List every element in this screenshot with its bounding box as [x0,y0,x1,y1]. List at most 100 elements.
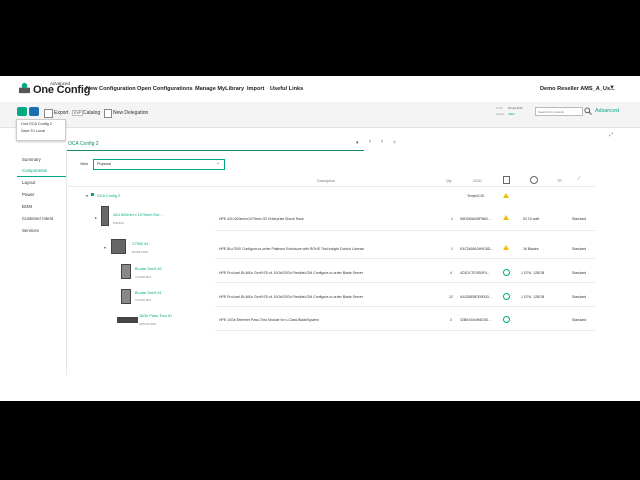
header-divider [68,186,595,187]
row-description: HPE 10Gb Ethernet Pass-Thru Module for c… [219,318,319,322]
top-navigation: Advanced One Config New Configuration Op… [0,76,640,102]
new-delegation-button[interactable]: New Delegation [113,110,148,116]
menu-item-save-local[interactable]: Save To Local [17,127,65,134]
blade-thumbnail [121,289,131,304]
chevron-down-icon: ⌄ [216,160,221,166]
check-circle-icon [503,316,510,323]
row-divider [215,258,595,259]
sidebar-active-indicator [17,176,66,177]
blade-thumbnail [121,264,131,279]
header-description: Description [317,179,335,183]
row-description: HPE ProLiant BL460c Gen9 E5 v4 10Gb/20Gb… [219,295,363,299]
row-qty: 4 [450,271,452,275]
row-name[interactable]: 10Gb Pass-Thru #1 [139,314,172,318]
gos-label: GOS [496,106,503,110]
row-name[interactable]: BLade Gen9 #1 [135,291,162,295]
config-dropdown-caret-icon[interactable]: ▾ [356,140,359,146]
row-sku: 727030-B21 [135,298,152,302]
delegation-icon [104,109,112,118]
sidebar-item-layout[interactable]: Layout [22,180,35,185]
row-power: 1 CPU, 128GB [521,271,545,275]
header-tr: TR [557,179,562,183]
export-icon [44,109,53,118]
nav-manage-mylibrary[interactable]: Manage MyLibrary [195,86,244,92]
warning-icon [503,215,509,220]
view-select-value: Physical [97,162,112,166]
save-menu: Unit OCA Config 2 Save To Local [16,119,66,141]
view-select[interactable]: Physical ⌄ [93,159,225,170]
search-input[interactable] [535,107,583,116]
gauge-icon [530,176,538,184]
row-qty: 12 [449,295,453,299]
row-support: Standard [572,217,587,221]
help-icon[interactable]: ? [393,140,396,145]
config-title-underline [66,150,364,151]
check-circle-icon [503,269,510,276]
root-ucid: TempUCID [467,194,485,198]
row-ucid: EA72468A3H9G8D... [460,247,494,251]
header-ucid: UCID [473,179,482,183]
row-name[interactable]: BLade Gen9 #2 [135,267,162,271]
export-button[interactable]: Export [54,110,68,116]
application-window: Advanced One Config New Configuration Op… [0,76,640,401]
expand-row-icon[interactable]: ▸ [95,215,97,220]
row-qty: 2 [450,318,452,322]
save-icon[interactable] [17,107,27,116]
header-qty: Qty [446,179,452,183]
search-icon[interactable] [584,107,592,115]
collapse-row-icon[interactable]: ▾ [104,245,106,250]
sidebar-item-customer-intent[interactable]: Customer Intent [22,216,53,221]
row-sku: 681844-B21 [132,250,149,254]
toolbar: Export EXP Catalog New Delegation GOS Te… [0,102,640,128]
menu-item-unit-config[interactable]: Unit OCA Config 2 [17,120,65,127]
row-support: Standard [572,271,587,275]
row-description: HPE BLc7000 Configure-to-order Platinum … [219,247,365,251]
status-label: Status [496,112,505,116]
sidebar-item-bom[interactable]: BOM [22,204,32,209]
sidebar-item-services[interactable]: Services [22,228,39,233]
enclosure-thumbnail [111,239,126,254]
collapse-icon[interactable]: ▾ [86,193,88,198]
warning-icon [503,245,509,250]
row-power: 16 Blades [523,247,539,251]
nav-useful-links[interactable]: Useful Links [270,86,303,92]
nav-new-configuration[interactable]: New Configuration [86,86,136,92]
chevron-down-icon[interactable]: ▼ [609,85,615,91]
chevron-left-icon[interactable]: ‹ [369,139,371,145]
row-support: Standard [572,318,587,322]
logo-text[interactable]: One Config [33,84,90,96]
gos-value: TempUCID [508,106,523,110]
passthru-thumbnail [117,317,138,323]
row-sku: P9K40A [113,221,125,225]
row-divider [215,306,595,307]
row-power: 1 CPU, 128GB [521,295,545,299]
config-icon[interactable] [29,107,39,116]
sidebar-item-summary[interactable]: Summary [22,157,41,162]
nav-open-configurations[interactable]: Open Configurations [137,86,193,92]
chevron-right-icon[interactable]: › [381,139,383,145]
row-qty: 1 [451,217,453,221]
sidebar-item-power[interactable]: Power [22,192,34,197]
config-title[interactable]: OCA Config 2 [68,141,99,147]
nav-import[interactable]: Import [247,86,264,92]
row-ucid: AA2D8E8EE9D0D... [460,295,492,299]
status-value: Valid [508,112,515,116]
advanced-search-link[interactable]: Advanced [595,108,619,114]
row-divider [215,282,595,283]
user-menu[interactable]: Demo Reseller AMS_A_Us... [540,86,615,92]
config-root-icon [91,193,94,196]
rack-thumbnail [101,206,109,226]
clipboard-icon [503,176,510,184]
row-power: 52.19 watt [523,217,540,221]
row-ucid: 4D1DC7E9ID0F4... [460,271,491,275]
row-description: HPE 42U 600mmx1075mm G2 Enterprise Shock… [219,217,304,221]
root-config-name[interactable]: OCA Config 2 [97,194,120,198]
view-label: View [80,162,89,166]
row-support: Standard [572,247,587,251]
sidebar-item-components[interactable]: Components [22,168,47,173]
row-name[interactable]: 42U 600mm x 1075mm Ent... [113,213,162,217]
catalog-button[interactable]: Catalog [83,110,100,116]
row-name[interactable]: C7000 #1 [132,242,148,246]
row-qty: 1 [451,247,453,251]
expand-icon[interactable]: ⤢ [609,132,613,138]
